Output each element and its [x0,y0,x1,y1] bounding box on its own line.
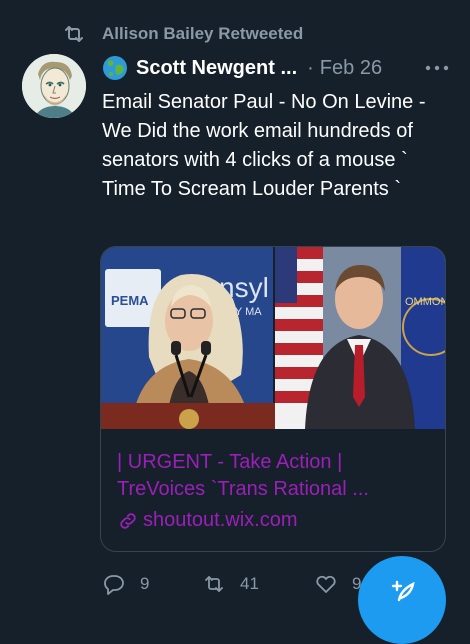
card-link-domain: shoutout.wix.com [143,509,298,531]
retweeted-by-row[interactable]: Allison Bailey Retweeted [62,22,303,46]
card-link[interactable]: shoutout.wix.com [117,507,431,534]
like-button[interactable]: 9 [314,572,361,596]
retweet-icon [205,576,223,592]
link-card[interactable]: PEMA nsyl NCY MA OMMONWE [100,246,446,552]
author-name[interactable]: Scott Newgent ... [136,57,297,80]
reply-icon [104,575,124,595]
reply-count: 9 [140,574,150,593]
retweeted-by-label: Allison Bailey Retweeted [102,24,304,43]
tweet-date[interactable]: Feb 26 [320,57,382,80]
card-image-text-pema: PEMA [111,293,149,308]
reply-button[interactable]: 9 [102,572,149,596]
separator-dot: · [307,56,314,79]
card-image[interactable]: PEMA nsyl NCY MA OMMONWE [101,247,446,429]
tweet-text: Email Senator Paul - No On Levine - We D… [102,91,432,200]
retweet-icon [65,26,83,42]
compose-button[interactable] [358,556,446,644]
retweet-button[interactable]: 41 [202,572,259,596]
compose-feather-icon [391,580,415,602]
link-icon [120,512,136,529]
avatar[interactable] [22,54,86,118]
tweet-header: Scott Newgent ... · Feb 26 [102,54,452,82]
card-image-text-seal: OMMONWE [405,296,446,308]
retweet-count: 41 [240,574,259,593]
card-title-line-2: TreVoices `Trans Rational ... [117,478,369,500]
card-title-line-1: | URGENT - Take Action | [117,451,343,473]
card-body[interactable]: | URGENT - Take Action | TreVoices `Tran… [117,449,431,534]
heart-icon [316,575,336,593]
more-horizontal-icon[interactable] [422,56,452,80]
globe-emoji-icon [103,56,127,80]
